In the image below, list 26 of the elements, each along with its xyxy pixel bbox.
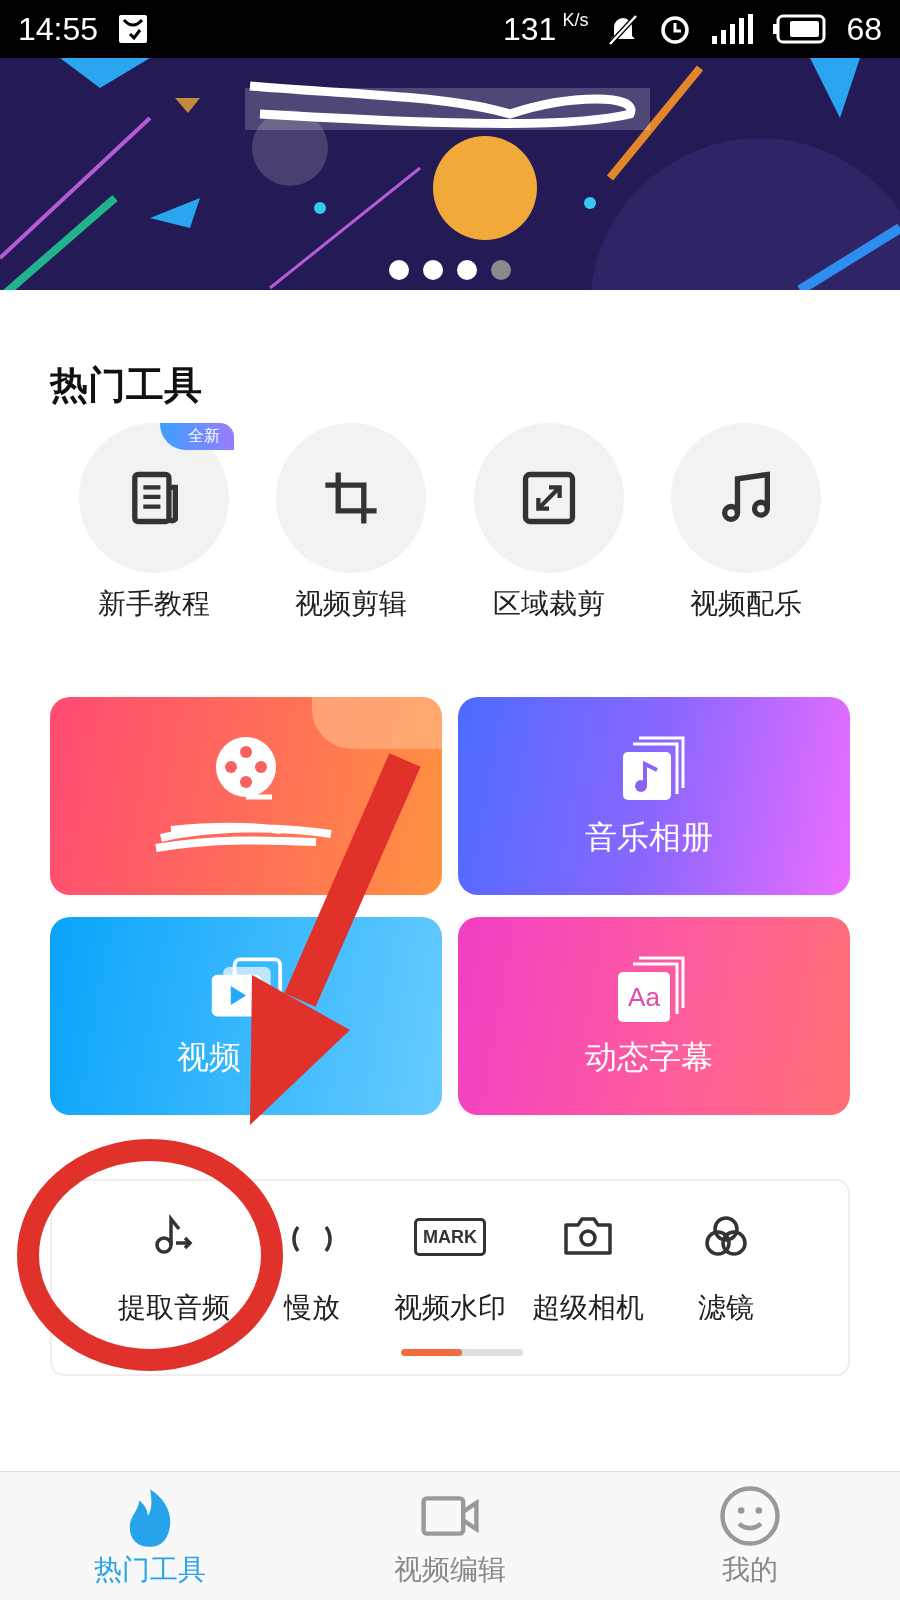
tool-button[interactable]: 区域裁剪 xyxy=(468,423,629,623)
speed-unit: K/s xyxy=(562,10,589,31)
tool-button[interactable]: 全新 新手教程 xyxy=(74,423,234,623)
feature-card[interactable] xyxy=(50,697,442,895)
tool-button[interactable]: 慢放 xyxy=(243,1207,381,1327)
mark-icon: MARK xyxy=(414,1218,486,1256)
tool-button[interactable]: MARK 视频水印 xyxy=(381,1207,519,1327)
battery-level: 68 xyxy=(846,10,882,48)
text-icon: Aa xyxy=(618,972,670,1022)
tool-button[interactable]: 视频剪辑 xyxy=(271,423,432,623)
tool-button[interactable]: 超级相机 xyxy=(519,1207,657,1327)
card-label: 动态字幕 xyxy=(585,1037,713,1078)
tool-button[interactable]: 提取音频 xyxy=(105,1207,243,1327)
feature-card[interactable]: 音乐相册 xyxy=(458,697,850,895)
signal-icon xyxy=(710,12,755,46)
feature-card[interactable]: Aa 动态字幕 xyxy=(458,917,850,1115)
tool-button[interactable]: 视频配乐 xyxy=(666,423,826,623)
network-speed: 131 xyxy=(503,10,557,48)
card-label: 视频 xyxy=(177,1037,242,1078)
smiley-icon xyxy=(717,1483,783,1549)
card-label: 音乐相册 xyxy=(585,817,713,858)
battery-icon xyxy=(772,12,829,46)
tool-button[interactable]: 滤镜 xyxy=(657,1207,795,1327)
new-badge: 全新 xyxy=(160,423,234,450)
section-title: 热门工具 xyxy=(50,362,203,409)
clock-time: 14:55 xyxy=(18,10,99,48)
